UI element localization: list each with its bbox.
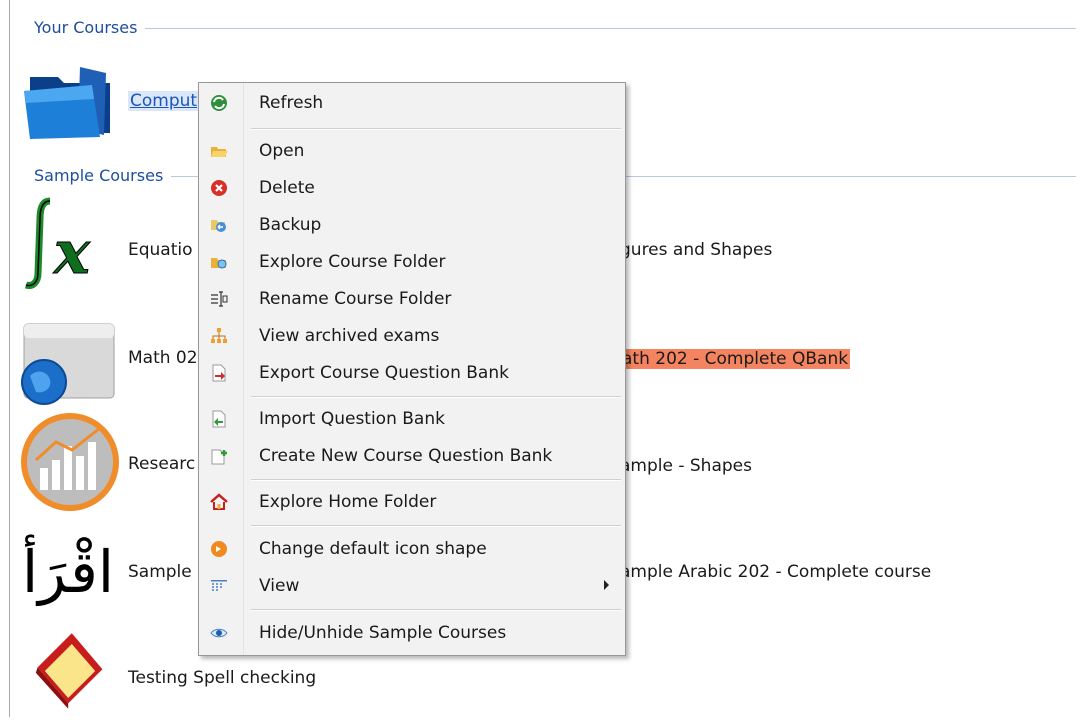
menu-item-open[interactable]: Open (201, 134, 623, 168)
group-title: Sample Courses (34, 165, 164, 185)
course-label-figures[interactable]: gures and Shapes (620, 240, 772, 260)
chart-circle-icon (21, 413, 119, 511)
folder-icon (24, 67, 110, 139)
course-label-arabic202[interactable]: ample Arabic 202 - Complete course (620, 562, 931, 582)
menu-item-create-new-course-question-bank[interactable]: Create New Course Question Bank (201, 439, 623, 473)
context-menu: Refresh Open Delete Backup Explore Cours… (198, 82, 626, 656)
menu-separator (251, 396, 621, 398)
menu-separator (251, 525, 621, 527)
backup-icon (211, 220, 226, 232)
create-new-icon (211, 449, 227, 465)
menu-item-view-archived-exams[interactable]: View archived exams (201, 319, 623, 353)
menu-item-import-question-bank[interactable]: Import Question Bank (201, 402, 623, 436)
course-label[interactable]: Comput (128, 91, 200, 111)
menu-item-hide-unhide-sample-courses[interactable]: Hide/Unhide Sample Courses (201, 616, 623, 650)
menu-item-export-course-question-bank[interactable]: Export Course Question Bank (201, 356, 623, 390)
home-icon (210, 493, 228, 510)
course-label: Math 02 (128, 348, 198, 368)
menu-item-rename-course-folder[interactable]: Rename Course Folder (201, 282, 623, 316)
menu-item-view[interactable]: View (201, 569, 623, 603)
course-label: Sample (128, 562, 192, 582)
red-book-icon (35, 633, 103, 709)
import-icon (212, 410, 226, 428)
delete-icon (211, 180, 227, 196)
svg-text:اقْرَأ: اقْرَأ (22, 533, 114, 607)
course-label: Researc (128, 454, 196, 474)
change-shape-icon (211, 541, 227, 557)
menu-item-change-default-icon-shape[interactable]: Change default icon shape (201, 532, 623, 566)
course-label-math202-highlighted[interactable]: ath 202 - Complete QBank (620, 349, 851, 369)
submenu-arrow-icon (604, 580, 609, 590)
export-icon (212, 364, 226, 382)
arabic-iqra-icon: اقْرَأ (22, 533, 114, 607)
menu-item-explore-course-folder[interactable]: Explore Course Folder (201, 245, 623, 279)
integral-fx-icon: x (24, 197, 92, 289)
archive-icon (211, 328, 227, 343)
svg-text:x: x (52, 218, 91, 288)
course-label-shapes[interactable]: ample - Shapes (620, 456, 752, 476)
menu-separator (251, 609, 621, 611)
menu-item-explore-home-folder[interactable]: Explore Home Folder (201, 485, 623, 519)
refresh-icon (211, 95, 227, 111)
course-label: Equatio (128, 240, 193, 260)
rename-icon (211, 291, 228, 307)
menu-item-backup[interactable]: Backup (201, 208, 623, 242)
group-title: Your Courses (34, 17, 138, 37)
eye-icon (210, 628, 228, 638)
course-label: Testing Spell checking (128, 668, 317, 688)
menu-separator (251, 128, 621, 130)
group-header-your-courses: Your Courses (34, 17, 1076, 37)
globe-window-icon (21, 323, 115, 405)
open-folder-icon (211, 147, 228, 157)
menu-item-refresh[interactable]: Refresh (201, 86, 623, 120)
view-icon (211, 580, 227, 591)
explore-icon (211, 258, 227, 269)
left-border (9, 0, 10, 717)
group-divider (145, 27, 1076, 29)
menu-item-delete[interactable]: Delete (201, 171, 623, 205)
menu-separator (251, 479, 621, 481)
